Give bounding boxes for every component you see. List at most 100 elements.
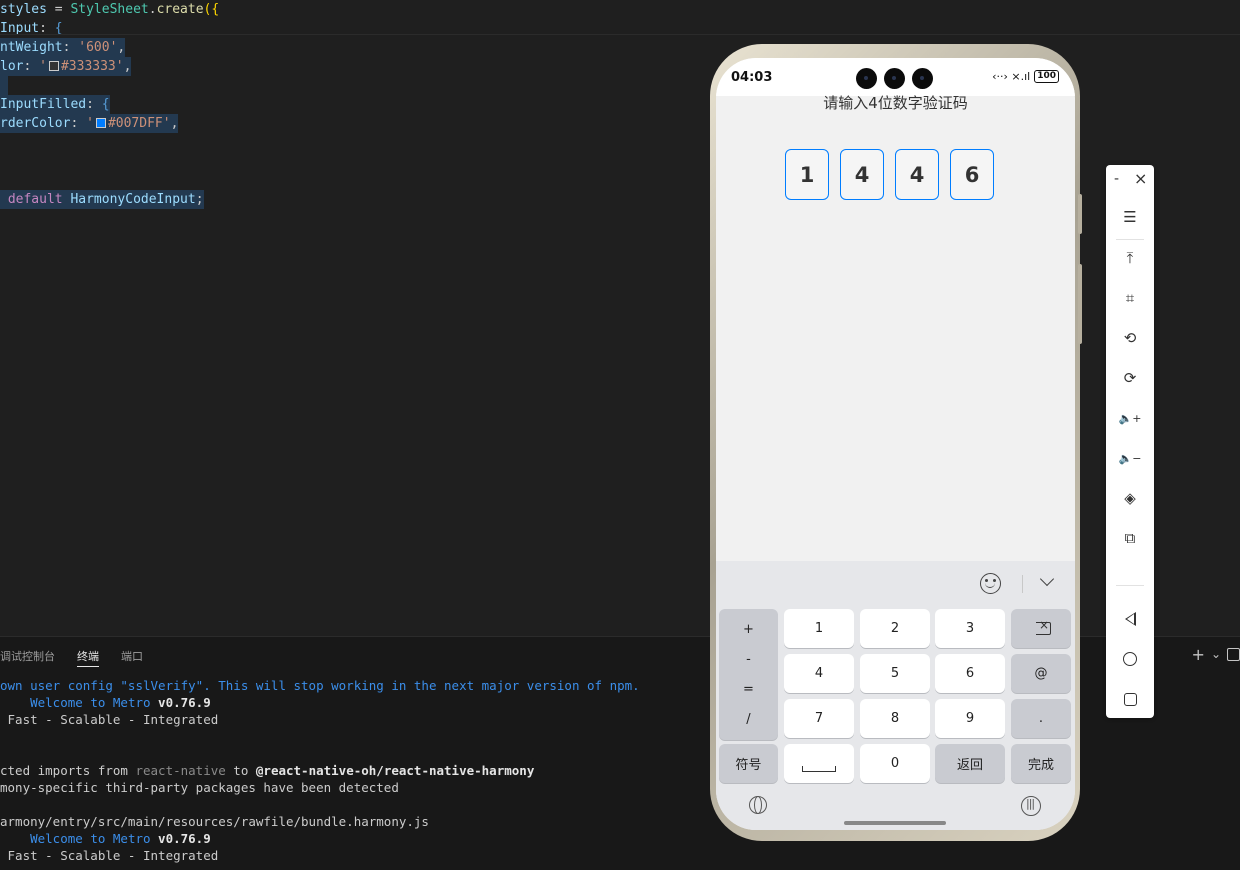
terminal-line-content: cted imports from react-native to @react… — [0, 763, 534, 778]
token: Fast - Scalable - Integrated — [0, 712, 219, 727]
tab-debug-console[interactable]: 调试控制台 — [0, 637, 55, 675]
terminal-line-content: mony-specific third-party packages have … — [0, 780, 399, 795]
token: ; — [195, 192, 204, 207]
key-slash[interactable]: / — [746, 712, 750, 727]
code-line: default HarmonyCodeInput; — [0, 190, 219, 209]
space-key[interactable] — [784, 744, 854, 783]
color-swatch[interactable] — [95, 118, 106, 128]
key-3[interactable]: 3 — [935, 609, 1005, 648]
terminal-output[interactable]: own user config "sslVerify". This will s… — [0, 677, 640, 864]
nav-home-button[interactable] — [1106, 647, 1154, 671]
token: ({ — [203, 2, 220, 17]
globe-icon[interactable] — [749, 796, 767, 814]
key-dot[interactable]: . — [1011, 699, 1071, 738]
token: cted imports from — [0, 763, 136, 778]
shake-icon[interactable]: ◈ — [1106, 486, 1154, 510]
back-key[interactable]: 返回 — [935, 744, 1005, 783]
tab-terminal[interactable]: 终端 — [77, 637, 99, 675]
key-8[interactable]: 8 — [860, 699, 930, 738]
key-minus[interactable]: - — [746, 652, 751, 667]
screenshot-crop-icon[interactable]: ⌗ — [1106, 286, 1154, 310]
code-line-content — [0, 133, 8, 152]
code-line-content: rderColor: ' #007DFF', — [0, 114, 179, 133]
close-icon[interactable]: × — [1134, 169, 1147, 188]
multi-device-icon[interactable]: ⧉ — [1106, 526, 1154, 550]
symbol-column-key[interactable]: + - = / — [719, 609, 778, 740]
key-9[interactable]: 9 — [935, 699, 1005, 738]
code-digit-box[interactable]: 1 — [785, 149, 829, 200]
collapse-keyboard-icon[interactable] — [1039, 571, 1055, 587]
tab-ports[interactable]: 端口 — [121, 637, 143, 675]
code-digit-box[interactable]: 4 — [895, 149, 939, 200]
token: InputFilled — [0, 97, 87, 112]
phone-screen[interactable]: 04:03 ‹··› ×.ıl 100 请输入4位数字验证码 1 4 4 6 +… — [716, 58, 1075, 830]
token: { — [101, 97, 110, 112]
status-bar: 04:03 ‹··› ×.ıl 100 — [716, 58, 1075, 96]
minimize-icon[interactable]: - — [1114, 171, 1119, 187]
token: ' — [86, 116, 94, 131]
status-icons: ‹··› ×.ıl 100 — [992, 70, 1059, 83]
tab-label: 调试控制台 — [0, 650, 55, 663]
backspace-button[interactable] — [1011, 609, 1071, 648]
chevron-down-icon[interactable]: ⌄ — [1211, 647, 1221, 664]
panel-tabs: 调试控制台 终端 端口 — [0, 637, 165, 675]
terminal-line-content — [0, 729, 8, 744]
symbol-key[interactable]: 符号 — [719, 744, 778, 783]
home-indicator[interactable] — [844, 821, 946, 825]
key-5[interactable]: 5 — [860, 654, 930, 693]
nav-recents-button[interactable] — [1106, 687, 1154, 711]
code-line-content — [0, 152, 8, 171]
token: default — [7, 192, 63, 207]
volume-down-icon[interactable]: 🔈− — [1106, 446, 1154, 470]
code-line-content: lor: ' #333333', — [0, 57, 132, 76]
code-digit-box[interactable]: 4 — [840, 149, 884, 200]
emoji-icon[interactable] — [980, 573, 1001, 594]
key-6[interactable]: 6 — [935, 654, 1005, 693]
voice-icon[interactable] — [1021, 796, 1041, 816]
rotate-right-icon[interactable]: ⟳ — [1106, 366, 1154, 390]
token: Fast - Scalable - Integrated — [0, 848, 219, 863]
code-line-content: ntWeight: '600', — [0, 38, 126, 57]
key-at[interactable]: @ — [1011, 654, 1071, 693]
token: #007DFF' — [107, 116, 171, 131]
home-circle-icon — [1123, 652, 1137, 666]
terminal-line: own user config "sslVerify". This will s… — [0, 677, 640, 694]
token: v0.76.9 — [158, 831, 211, 846]
power-button — [1078, 194, 1082, 234]
code-line: lor: ' #333333', — [0, 57, 219, 76]
key-1[interactable]: 1 — [784, 609, 854, 648]
code-line — [0, 171, 219, 190]
token: own user config "sslVerify". This will s… — [0, 678, 640, 693]
token: , — [170, 116, 179, 131]
key-equals[interactable]: = — [743, 682, 754, 697]
code-lines[interactable]: styles = StyleSheet.create({Input: {ntWe… — [0, 0, 219, 209]
key-0[interactable]: 0 — [860, 744, 930, 783]
key-7[interactable]: 7 — [784, 699, 854, 738]
editor-right-edge — [1080, 40, 1106, 636]
camera-icon — [856, 68, 877, 89]
terminal-line — [0, 728, 640, 745]
color-swatch[interactable] — [48, 61, 59, 71]
menu-icon[interactable]: ☰ — [1106, 205, 1154, 229]
pin-top-icon[interactable]: ⤒ — [1106, 246, 1154, 270]
terminal-line-content: Welcome to Metro v0.76.9 — [0, 831, 211, 846]
key-4[interactable]: 4 — [784, 654, 854, 693]
terminal-line: mony-specific third-party packages have … — [0, 779, 640, 796]
rotate-left-icon[interactable]: ⟲ — [1106, 326, 1154, 350]
key-plus[interactable]: + — [743, 622, 754, 637]
done-key[interactable]: 完成 — [1011, 744, 1071, 783]
nav-back-button[interactable] — [1106, 607, 1154, 631]
terminal-icon[interactable] — [1227, 648, 1240, 661]
token: @react-native-oh/react-native-harmony — [255, 763, 535, 778]
terminal-line-content: Fast - Scalable - Integrated — [0, 712, 219, 727]
add-terminal-icon[interactable]: + — [1192, 645, 1205, 664]
code-digit-box[interactable]: 6 — [950, 149, 994, 200]
key-2[interactable]: 2 — [860, 609, 930, 648]
terminal-line-content: own user config "sslVerify". This will s… — [0, 678, 640, 693]
volume-up-icon[interactable]: 🔈+ — [1106, 406, 1154, 430]
